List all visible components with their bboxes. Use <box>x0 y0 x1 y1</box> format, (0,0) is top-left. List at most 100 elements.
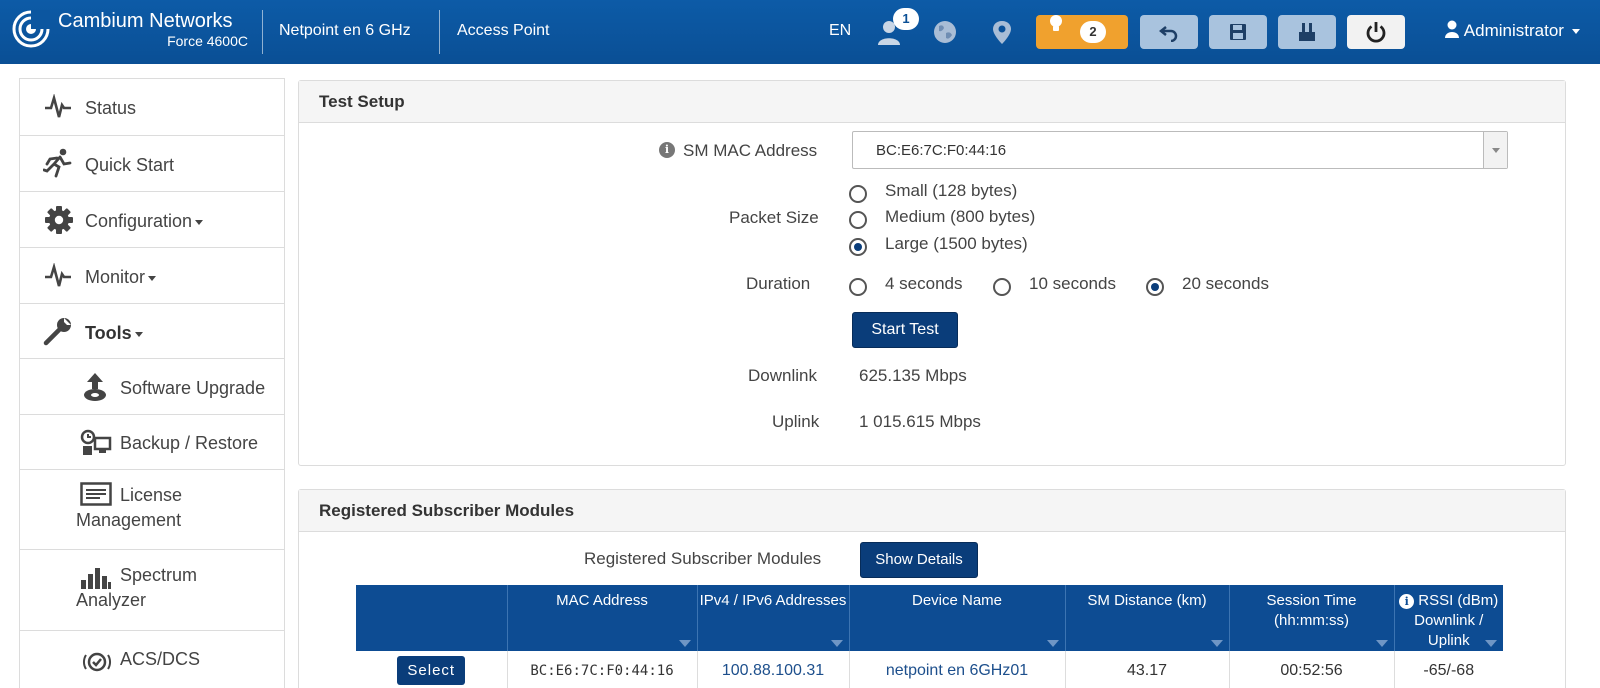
packet-size-large-radio[interactable] <box>849 238 867 256</box>
sidebar-item-status[interactable]: Status <box>20 79 284 136</box>
panel-title: Test Setup <box>299 81 1565 123</box>
users-badge: 1 <box>893 8 919 30</box>
info-icon[interactable]: i <box>1399 594 1415 609</box>
sidebar-item-configuration[interactable]: Configuration <box>20 192 284 248</box>
info-icon[interactable]: i <box>659 142 675 158</box>
user-icon <box>1445 20 1459 38</box>
packet-size-medium-label[interactable]: Medium (800 bytes) <box>885 207 1035 227</box>
duration-10s-label[interactable]: 10 seconds <box>1029 274 1116 294</box>
column-header-select <box>356 585 508 651</box>
select-button[interactable]: Select <box>397 656 466 686</box>
device-mode: Access Point <box>457 22 550 39</box>
duration-10s-radio[interactable] <box>993 278 1011 296</box>
panel-title: Registered Subscriber Modules <box>299 490 1565 532</box>
user-label: Administrator <box>1463 21 1564 40</box>
user-menu[interactable]: Administrator <box>1444 20 1580 41</box>
sidebar-item-label: Tools <box>85 323 143 344</box>
sort-icon[interactable] <box>1046 640 1059 647</box>
power-button[interactable] <box>1347 15 1405 49</box>
brand-name: Cambium Networks <box>58 10 233 32</box>
sidebar-item-quick-start[interactable]: Quick Start <box>20 136 284 192</box>
duration-label: Duration <box>746 274 811 293</box>
undo-icon <box>1159 26 1178 42</box>
packet-size-medium-radio[interactable] <box>849 211 867 229</box>
upload-icon <box>84 373 106 401</box>
lightbulb-icon <box>1050 15 1062 31</box>
license-icon <box>80 482 112 506</box>
column-header-session[interactable]: Session Time (hh:mm:ss) <box>1229 585 1395 651</box>
sidebar-item-label: Configuration <box>85 211 204 232</box>
sort-icon[interactable] <box>1210 640 1223 647</box>
chevron-down-icon <box>148 275 157 281</box>
gear-icon <box>45 206 73 234</box>
sidebar-item-label: Spectrum <box>120 565 198 585</box>
ip-link[interactable]: 100.88.100.31 <box>697 651 850 688</box>
uplink-label: Uplink <box>772 412 820 431</box>
sidebar-item-software-upgrade[interactable]: Software Upgrade <box>20 359 284 415</box>
sm-mac-value: BC:E6:7C:F0:44:16 <box>876 142 1007 159</box>
sidebar-item-label: Monitor <box>85 267 157 288</box>
duration-4s-label[interactable]: 4 seconds <box>885 274 963 294</box>
device-name-link[interactable]: netpoint en 6GHz01 <box>849 651 1066 688</box>
packet-size-label: Packet Size <box>729 208 819 227</box>
sort-icon[interactable] <box>1485 640 1497 647</box>
table-header-row: MAC Address IPv4 / IPv6 Addresses Device… <box>356 585 1503 651</box>
sort-icon[interactable] <box>1375 640 1388 647</box>
header-divider <box>262 10 263 54</box>
sidebar-item-tools[interactable]: Tools <box>20 304 284 359</box>
chevron-down-icon[interactable] <box>1483 132 1507 168</box>
sidebar-item-backup-restore[interactable]: Backup / Restore <box>20 415 284 470</box>
duration-20s-label[interactable]: 20 seconds <box>1182 274 1269 294</box>
sort-icon[interactable] <box>678 640 691 647</box>
top-header: Cambium Networks Force 4600C Netpoint en… <box>0 0 1600 64</box>
column-header-ip[interactable]: IPv4 / IPv6 Addresses <box>697 585 850 651</box>
duration-4s-radio[interactable] <box>849 278 867 296</box>
sm-mac-select[interactable]: BC:E6:7C:F0:44:16 <box>852 131 1508 169</box>
sidebar: Status Quick Start Configuration Monitor… <box>19 78 285 688</box>
column-header-distance[interactable]: SM Distance (km) <box>1065 585 1230 651</box>
running-person-icon <box>43 148 72 178</box>
reboot-config-button[interactable] <box>1278 15 1336 49</box>
sidebar-item-label: Management <box>76 510 182 530</box>
language-selector[interactable]: EN <box>829 22 851 40</box>
device-name: Netpoint en 6 GHz <box>279 22 411 39</box>
duration-20s-radio[interactable] <box>1146 278 1164 296</box>
show-details-button[interactable]: Show Details <box>860 542 978 578</box>
column-header-rssi[interactable]: i RSSI (dBm) Downlink / Uplink <box>1394 585 1503 651</box>
sidebar-item-label: Backup / Restore <box>120 433 259 453</box>
sort-icon[interactable] <box>830 640 843 647</box>
globe-icon[interactable] <box>931 18 959 46</box>
save-button[interactable] <box>1209 15 1267 49</box>
packet-size-small-radio[interactable] <box>849 185 867 203</box>
bar-chart-icon <box>81 568 111 589</box>
column-header-mac[interactable]: MAC Address <box>507 585 698 651</box>
sidebar-item-spectrum-analyzer[interactable]: Spectrum Analyzer <box>20 550 284 631</box>
start-test-button[interactable]: Start Test <box>852 312 958 348</box>
sidebar-item-monitor[interactable]: Monitor <box>20 248 284 304</box>
backup-icon <box>80 429 112 455</box>
undo-button[interactable] <box>1140 15 1198 49</box>
header-divider <box>439 10 440 54</box>
packet-size-small-label[interactable]: Small (128 bytes) <box>885 181 1017 201</box>
alerts-button[interactable]: 2 <box>1036 15 1128 49</box>
mac-cell: BC:E6:7C:F0:44:16 <box>507 651 698 688</box>
downlink-label: Downlink <box>748 366 817 385</box>
brand-model: Force 4600C <box>167 33 248 49</box>
chevron-down-icon <box>195 219 204 225</box>
sidebar-item-acs-dcs[interactable]: ACS/DCS <box>20 631 284 688</box>
map-pin-icon[interactable] <box>988 18 1016 46</box>
rssi-cell: -65/-68 <box>1394 651 1503 688</box>
sidebar-item-label: License <box>120 485 183 505</box>
column-header-device[interactable]: Device Name <box>849 585 1066 651</box>
select-cell: Select <box>356 651 508 688</box>
power-icon <box>1366 22 1386 43</box>
sidebar-item-label: Software Upgrade <box>120 378 266 398</box>
sidebar-item-label: ACS/DCS <box>120 649 201 669</box>
cambium-logo <box>12 10 50 48</box>
packet-size-large-label[interactable]: Large (1500 bytes) <box>885 234 1028 254</box>
sidebar-item-license-management[interactable]: License Management <box>20 470 284 550</box>
save-icon <box>1230 24 1246 40</box>
table-row: Select BC:E6:7C:F0:44:16 100.88.100.31 n… <box>356 651 1503 688</box>
sidebar-item-label: Analyzer <box>76 590 147 610</box>
chevron-down-icon <box>1571 29 1580 35</box>
